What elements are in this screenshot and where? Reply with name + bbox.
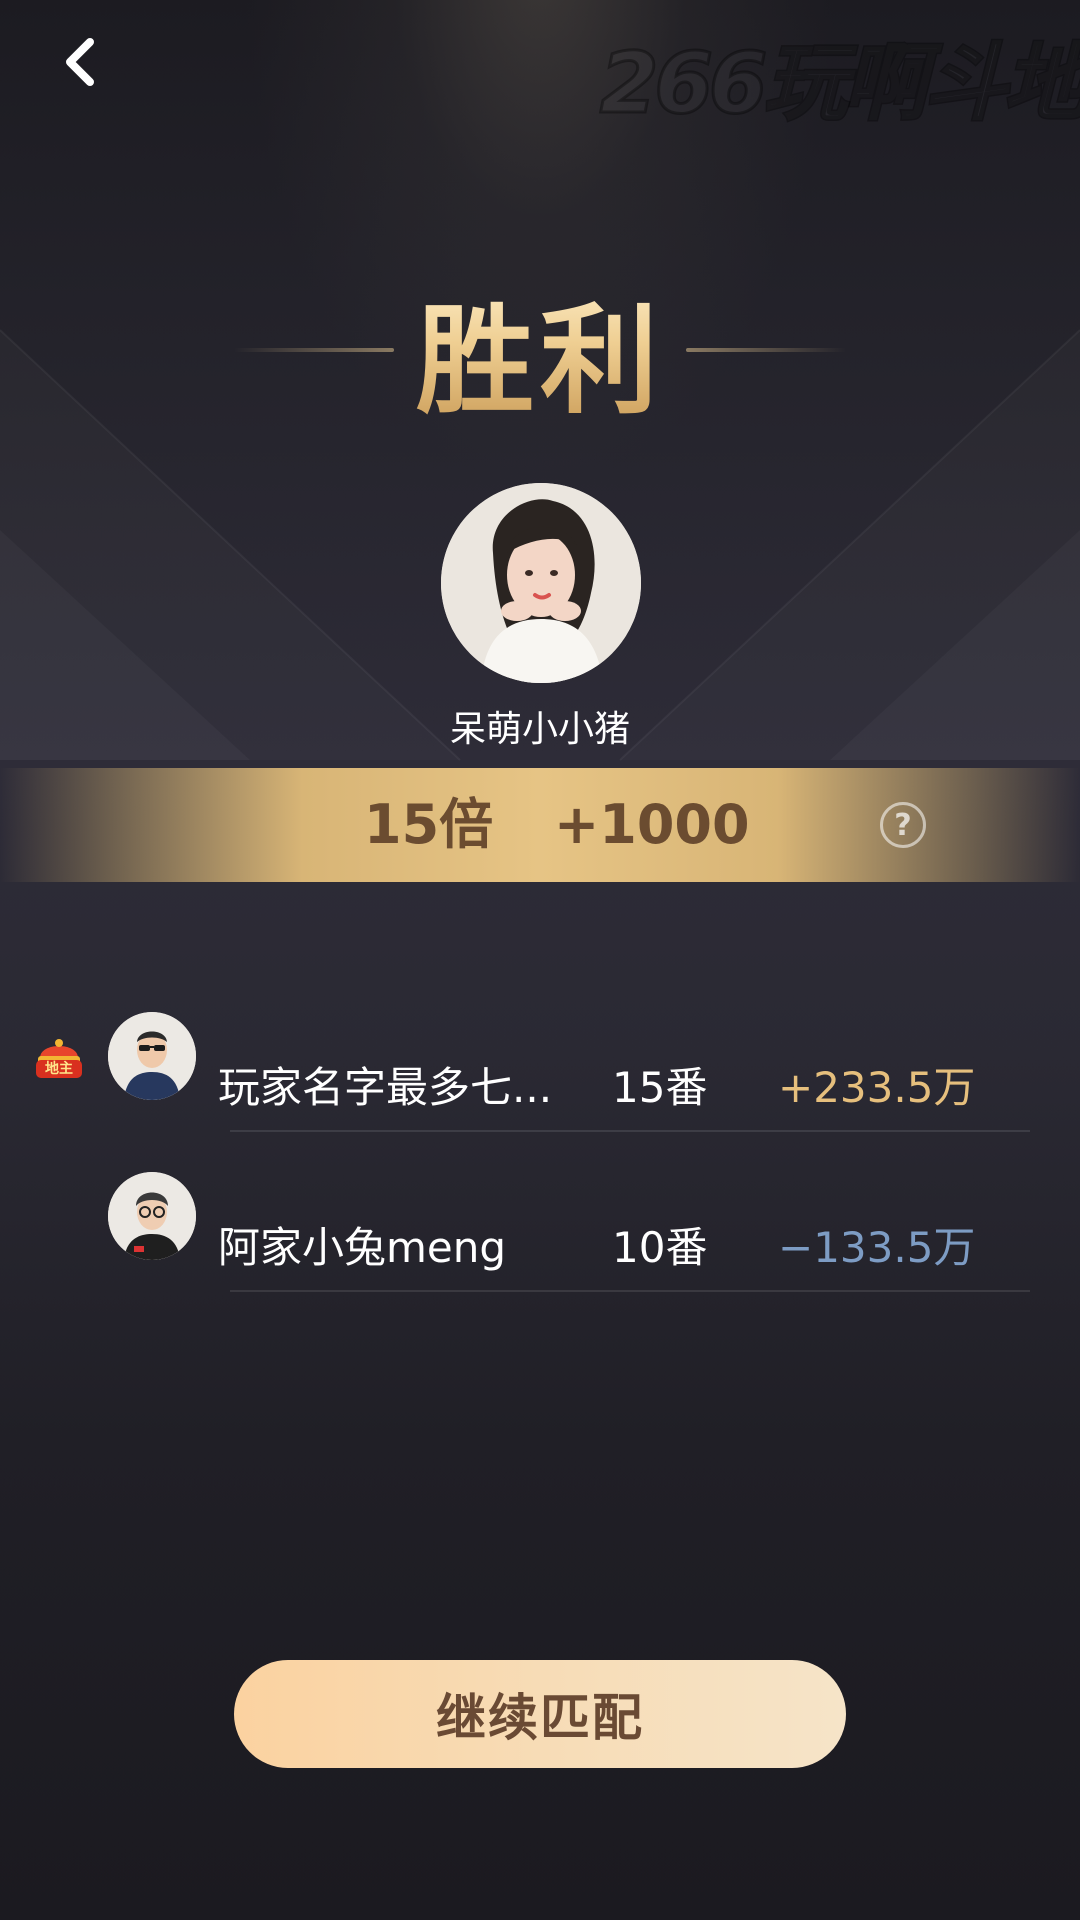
player-fan: 10番	[612, 1223, 708, 1272]
player-fan: 15番	[612, 1063, 708, 1112]
chevron-left-icon	[66, 38, 94, 86]
result-title: 胜利	[0, 270, 1080, 430]
continue-match-button[interactable]: 继续匹配	[234, 1660, 846, 1768]
player-name: 阿家小兔meng	[218, 1223, 507, 1272]
title-divider-left	[233, 348, 394, 352]
landlord-hat-icon: 地主	[34, 1030, 84, 1080]
player-score: −133.5万	[778, 1223, 976, 1272]
player-score: +233.5万	[778, 1063, 976, 1112]
player-row: 阿家小兔meng 10番 −133.5万	[0, 1160, 1080, 1320]
title-divider-right	[686, 348, 846, 352]
brand-watermark-logo: 266玩啊斗地主	[599, 33, 1080, 134]
victory-title: 胜利	[416, 265, 664, 436]
multiplier-value: 15倍	[364, 793, 494, 856]
player-row: 地主 玩家名字最多七... 15番 +233.5万	[0, 1000, 1080, 1160]
back-button[interactable]	[52, 32, 108, 92]
player-name: 玩家名字最多七...	[218, 1063, 553, 1112]
avatar	[108, 1172, 196, 1260]
question-circle-icon[interactable]: ?	[880, 802, 926, 848]
help-glyph: ?	[894, 807, 912, 843]
landlord-badge-label: 地主	[45, 1061, 73, 1077]
avatar	[108, 1012, 196, 1100]
winner-avatar	[441, 483, 641, 683]
points-value: +1000	[554, 793, 750, 856]
row-divider	[230, 1130, 1030, 1132]
row-divider	[230, 1290, 1030, 1292]
winner-name: 呆萌小小猪	[449, 709, 630, 750]
